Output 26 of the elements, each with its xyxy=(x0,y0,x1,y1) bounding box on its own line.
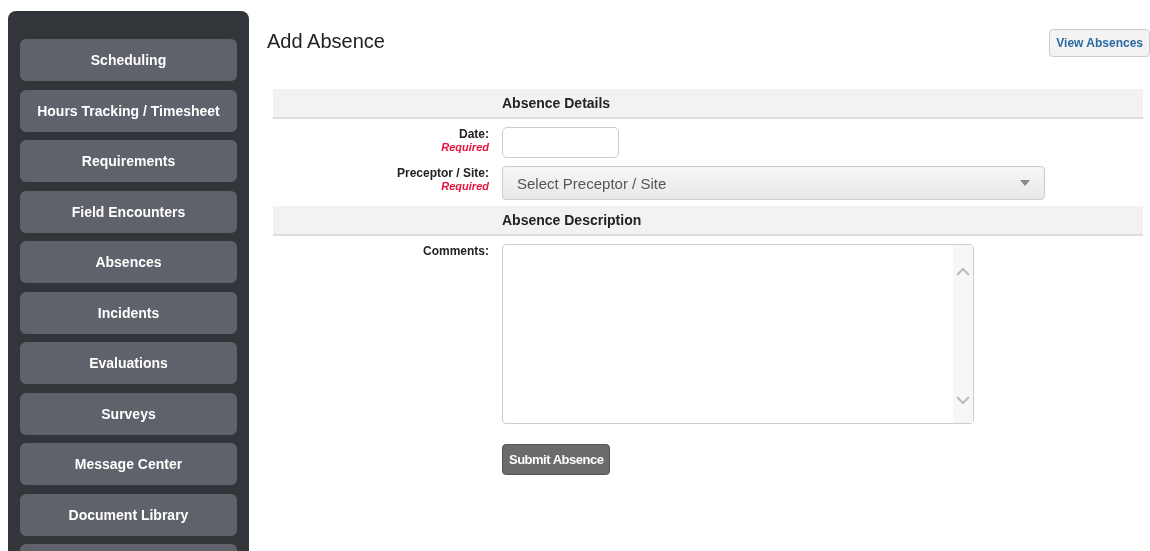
section-title: Absence Description xyxy=(502,212,642,228)
sidebar-button[interactable]: Requirements xyxy=(20,140,237,182)
page-title: Add Absence xyxy=(267,29,385,53)
comments-field[interactable] xyxy=(502,244,974,424)
sidebar-button[interactable]: Field Encounters xyxy=(20,190,237,233)
field-label: Date: xyxy=(459,127,489,141)
caret-icon xyxy=(1020,180,1030,186)
field-label: Preceptor / Site: xyxy=(396,166,489,180)
sidebar-button[interactable]: Document Library xyxy=(20,493,237,536)
required-note: Required xyxy=(441,141,489,153)
required-note: Required xyxy=(441,180,489,192)
submit-absence-button[interactable]: Submit Absence xyxy=(502,444,611,475)
sidebar-button[interactable]: Surveys xyxy=(20,392,237,435)
field-label: Comments: xyxy=(423,244,489,258)
sidebar-button[interactable]: Absences xyxy=(20,241,237,283)
date-field[interactable] xyxy=(502,127,619,158)
sidebar-button[interactable]: Scheduling xyxy=(20,39,237,81)
view-absences-button[interactable]: View Absences xyxy=(1049,29,1150,57)
sidebar-button[interactable]: Evaluations xyxy=(20,342,237,384)
preceptor-site-dropdown[interactable]: Select Preceptor / Site xyxy=(502,166,1045,200)
sidebar-button[interactable]: Hours Tracking / Timesheet xyxy=(20,89,237,132)
section-title: Absence Details xyxy=(502,95,611,111)
scroll-up-icon[interactable] xyxy=(956,267,970,276)
sidebar-button[interactable]: Incidents xyxy=(20,291,237,334)
scroll-down-icon[interactable] xyxy=(956,396,970,405)
sidebar-button[interactable]: Message Center xyxy=(20,443,237,485)
